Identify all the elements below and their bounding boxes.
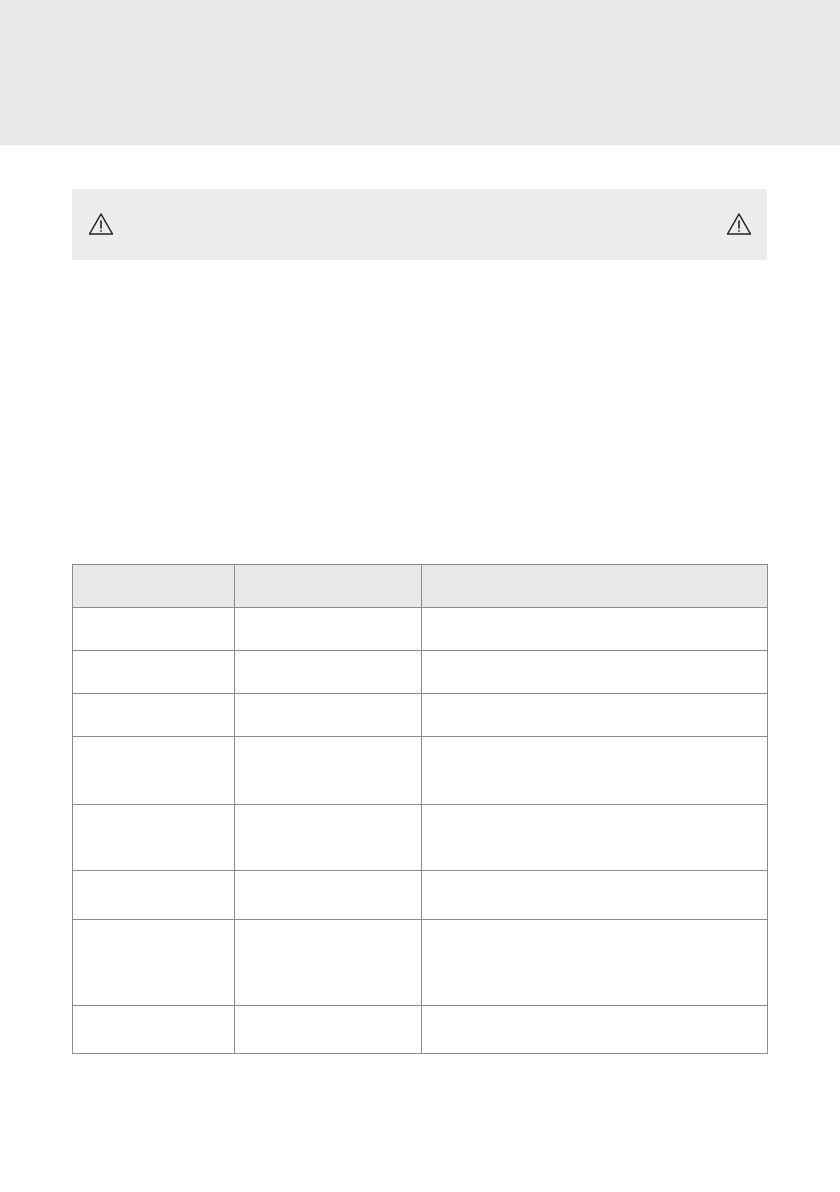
- warning-triangle-icon: [88, 213, 114, 235]
- table-row: [72, 650, 768, 694]
- table-cell: [421, 870, 768, 920]
- table-cell: [72, 607, 235, 651]
- table-cell: [234, 650, 422, 694]
- table-cell: [72, 1005, 235, 1054]
- table-cell: [421, 919, 768, 1006]
- table-row: [72, 736, 768, 805]
- table-cell: [234, 804, 422, 871]
- table-header-row: [72, 564, 768, 608]
- table-cell: [72, 736, 235, 805]
- table-cell: [421, 736, 768, 805]
- table-cell: [421, 650, 768, 694]
- table-cell: [234, 736, 422, 805]
- table-row: [72, 693, 768, 737]
- table-row: [72, 870, 768, 920]
- table-cell: [72, 693, 235, 737]
- table-cell: [234, 919, 422, 1006]
- table-cell: [72, 919, 235, 1006]
- table-row: [72, 804, 768, 871]
- spec-table: [72, 564, 768, 1054]
- table-cell: [421, 693, 768, 737]
- table-cell: [72, 870, 235, 920]
- table-cell: [234, 693, 422, 737]
- table-cell: [72, 650, 235, 694]
- table-cell: [421, 1005, 768, 1054]
- warning-triangle-icon: [726, 213, 752, 235]
- table-cell: [421, 607, 768, 651]
- table-cell: [234, 607, 422, 651]
- table-cell: [234, 870, 422, 920]
- warning-banner: [72, 189, 767, 260]
- table-cell: [234, 1005, 422, 1054]
- table-header-cell: [72, 564, 235, 608]
- table-cell: [421, 804, 768, 871]
- table-row: [72, 607, 768, 651]
- table-header-cell: [421, 564, 768, 608]
- table-row: [72, 1005, 768, 1054]
- page-header-band: [0, 0, 840, 145]
- table-row: [72, 919, 768, 1006]
- table-cell: [72, 804, 235, 871]
- table-header-cell: [234, 564, 422, 608]
